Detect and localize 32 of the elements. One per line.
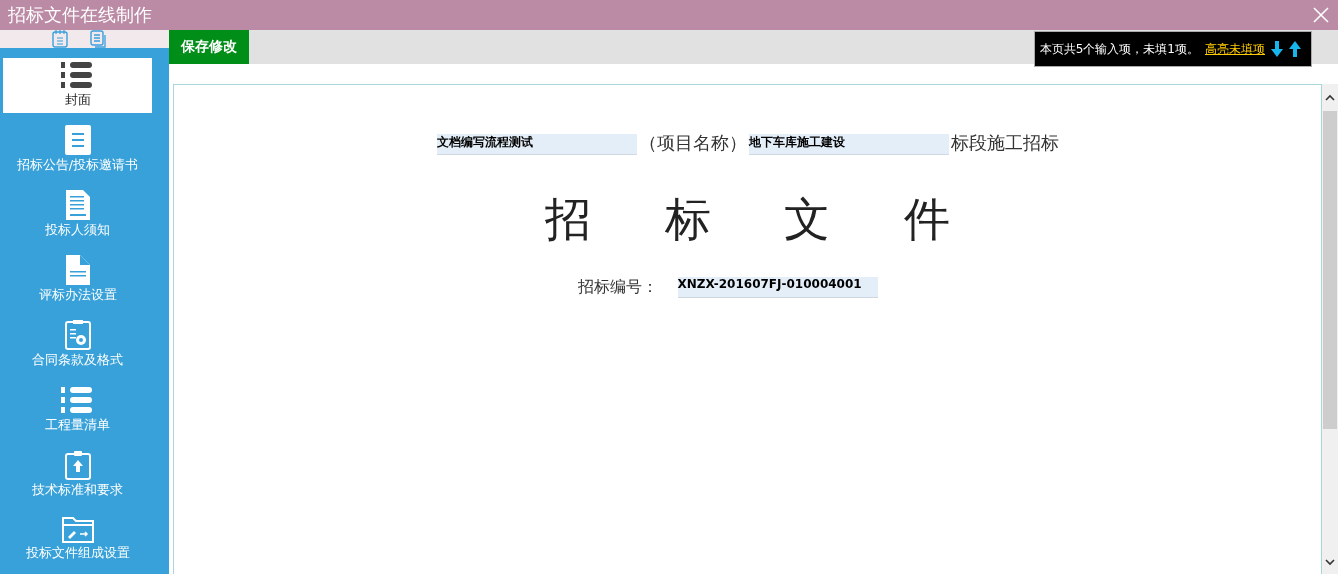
arrow-down-icon[interactable] [1271, 41, 1283, 57]
scrollbar[interactable] [1322, 84, 1338, 574]
chevron-up-icon[interactable] [1325, 94, 1335, 101]
clipboard-gear-icon [64, 320, 91, 350]
sidebar-item[interactable]: 评标办法设置 [3, 253, 152, 308]
project-name-field[interactable]: 文档编写流程测试 [436, 134, 637, 155]
sidebar-item[interactable]: 投标人须知 [3, 188, 152, 243]
sidebar-item[interactable]: 投标文件组成设置 [3, 513, 152, 566]
project-name-label: （项目名称） [638, 131, 747, 155]
document-signature-icon [65, 190, 90, 220]
chevron-down-icon[interactable] [1325, 559, 1335, 566]
section-name-field[interactable]: 地下车库施工建设 [748, 134, 949, 155]
numbered-list-icon [60, 385, 95, 415]
sidebar-item[interactable]: 招标公告/投标邀请书 [3, 123, 152, 178]
numbered-list-icon [60, 60, 95, 90]
document-lines-icon [64, 125, 91, 155]
bid-number-field[interactable]: XNZX-201607FJ-010004001 [677, 277, 878, 298]
folder-edit-icon [61, 515, 94, 543]
section-label: 标段施工招标 [950, 131, 1059, 155]
highlight-link[interactable]: 高亮未填项 [1205, 40, 1265, 58]
window-title: 招标文件在线制作 [8, 3, 152, 27]
sidebar-item[interactable]: 工程量清单 [3, 383, 152, 438]
sidebar-item[interactable]: 合同条款及格式 [3, 318, 152, 373]
notice-text: 本页共5个输入项，未填1项。 [1039, 40, 1199, 58]
sidebar-item[interactable]: 技术标准和要求 [3, 448, 152, 503]
bid-number-label: 招标编号： [577, 277, 658, 298]
document-icon [65, 255, 90, 285]
save-button[interactable]: 保存修改 [169, 30, 249, 64]
close-button[interactable] [1312, 6, 1330, 24]
document-heading: 招标文件 [545, 191, 1024, 248]
arrow-up-icon[interactable] [1289, 41, 1301, 57]
sidebar-item[interactable]: 封面 [3, 58, 152, 113]
